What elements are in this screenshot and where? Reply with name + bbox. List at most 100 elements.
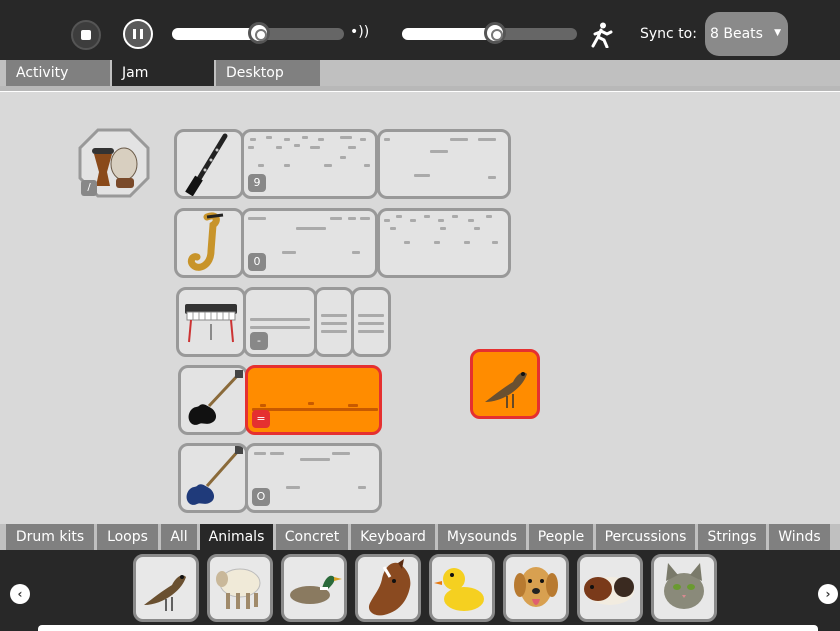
category-animals[interactable]: Animals	[200, 524, 273, 550]
pause-button[interactable]	[123, 19, 153, 49]
volume-slider-knob[interactable]	[248, 22, 270, 44]
category-label: Concret	[284, 529, 340, 545]
category-strings[interactable]: Strings	[698, 524, 766, 550]
volume-slider-fill	[172, 28, 258, 40]
bird-icon	[485, 372, 527, 408]
loop-tile[interactable]	[314, 287, 354, 357]
instrument-electric-guitar[interactable]	[178, 365, 248, 435]
loop-key: O	[252, 488, 270, 506]
loop-tile[interactable]	[351, 287, 391, 357]
tabs-divider	[0, 86, 840, 92]
instrument-saxophone[interactable]	[174, 208, 244, 278]
pause-icon-bar	[140, 29, 143, 39]
category-percussions[interactable]: Percussions	[596, 524, 695, 550]
runner-icon	[591, 22, 613, 48]
category-tabs: Drum kits Loops All Animals Concret Keyb…	[0, 524, 840, 550]
rubber-duck-icon	[434, 568, 484, 611]
tab-activity-label: Activity	[16, 65, 69, 81]
loop-notes	[384, 138, 496, 179]
palette-sheep[interactable]	[207, 554, 273, 622]
loop-notes	[358, 314, 384, 333]
loop-tile[interactable]: 0	[241, 208, 378, 278]
sound-palette: ‹ ›	[0, 550, 840, 631]
category-drum-kits[interactable]: Drum kits	[6, 524, 94, 550]
loop-key: -	[250, 332, 268, 350]
palette-text-field[interactable]	[38, 625, 818, 631]
electric-guitar-icon	[188, 370, 243, 425]
chevron-right-icon: ›	[825, 587, 831, 601]
sheep-icon	[216, 568, 261, 609]
palette-duck[interactable]	[281, 554, 347, 622]
instrument-bass-guitar[interactable]	[178, 443, 248, 513]
drum-kit-tile[interactable]: /	[78, 128, 150, 198]
category-winds[interactable]: Winds	[769, 524, 830, 550]
chevron-down-icon: ▼	[774, 28, 781, 38]
category-people[interactable]: People	[529, 524, 593, 550]
loop-tile[interactable]	[377, 129, 511, 199]
tempo-slider-fill	[402, 28, 494, 40]
category-all[interactable]: All	[161, 524, 197, 550]
clarinet-icon	[185, 133, 228, 196]
stop-icon	[81, 30, 91, 40]
loop-tile-selected[interactable]: =	[245, 365, 382, 435]
pause-icon	[133, 29, 136, 39]
loop-key: 9	[248, 174, 266, 192]
tempo-slider-knob[interactable]	[484, 22, 506, 44]
loop-tile[interactable]	[377, 208, 511, 278]
sync-label: Sync to:	[640, 26, 697, 42]
tab-desktop-label: Desktop	[226, 65, 284, 81]
category-label: Winds	[778, 529, 821, 545]
palette-horse[interactable]	[355, 554, 421, 622]
toolbar: •)) Sync to: 8 Beats ▼	[0, 0, 840, 60]
category-label: Loops	[107, 529, 148, 545]
loop-notes	[321, 314, 347, 333]
horse-icon	[368, 559, 411, 616]
tempo-slider[interactable]	[402, 22, 577, 44]
stop-button[interactable]	[71, 20, 101, 50]
category-mysounds[interactable]: Mysounds	[438, 524, 526, 550]
volume-slider[interactable]	[172, 22, 344, 44]
duck-icon	[290, 575, 342, 604]
palette-cat[interactable]	[651, 554, 717, 622]
instrument-keyboard[interactable]	[176, 287, 246, 357]
scroll-right-button[interactable]: ›	[818, 584, 838, 604]
scroll-left-button[interactable]: ‹	[10, 584, 30, 604]
sync-select-value: 8 Beats	[710, 26, 763, 42]
category-label: Drum kits	[15, 529, 85, 545]
category-label: Strings	[707, 529, 757, 545]
loop-notes	[384, 215, 498, 244]
category-keyboard[interactable]: Keyboard	[351, 524, 435, 550]
loop-key: 0	[248, 253, 266, 271]
category-label: All	[170, 529, 188, 545]
loop-tile[interactable]: 9	[241, 129, 378, 199]
cat-icon	[664, 563, 704, 609]
palette-guinea-pig[interactable]	[577, 554, 643, 622]
guinea-pig-icon	[584, 577, 634, 605]
bass-guitar-icon	[186, 446, 243, 505]
tab-activity[interactable]: Activity	[6, 60, 110, 86]
category-label: People	[537, 529, 585, 545]
loop-tile[interactable]: -	[243, 287, 317, 357]
loop-key: =	[252, 410, 270, 428]
tab-jam[interactable]: Jam	[112, 60, 214, 86]
category-label: Animals	[208, 529, 265, 545]
category-label: Percussions	[604, 529, 687, 545]
tab-jam-label: Jam	[122, 65, 149, 81]
palette-dog[interactable]	[503, 554, 569, 622]
loop-tile[interactable]: O	[245, 443, 382, 513]
dog-icon	[514, 567, 558, 607]
tab-desktop[interactable]: Desktop	[216, 60, 320, 86]
instrument-clarinet[interactable]	[174, 129, 244, 199]
category-concret[interactable]: Concret	[276, 524, 348, 550]
palette-bird[interactable]	[133, 554, 199, 622]
category-loops[interactable]: Loops	[97, 524, 158, 550]
sync-select[interactable]: 8 Beats ▼	[705, 12, 788, 56]
activity-tabs: Activity Jam Desktop	[0, 60, 840, 86]
keyboard-icon	[185, 304, 237, 343]
palette-rubber-duck[interactable]	[429, 554, 495, 622]
bird-icon	[144, 575, 186, 611]
sound-bird-tile[interactable]	[470, 349, 540, 419]
chevron-left-icon: ‹	[17, 587, 23, 601]
saxophone-icon	[187, 212, 224, 271]
drum-kit-key: /	[81, 180, 97, 196]
